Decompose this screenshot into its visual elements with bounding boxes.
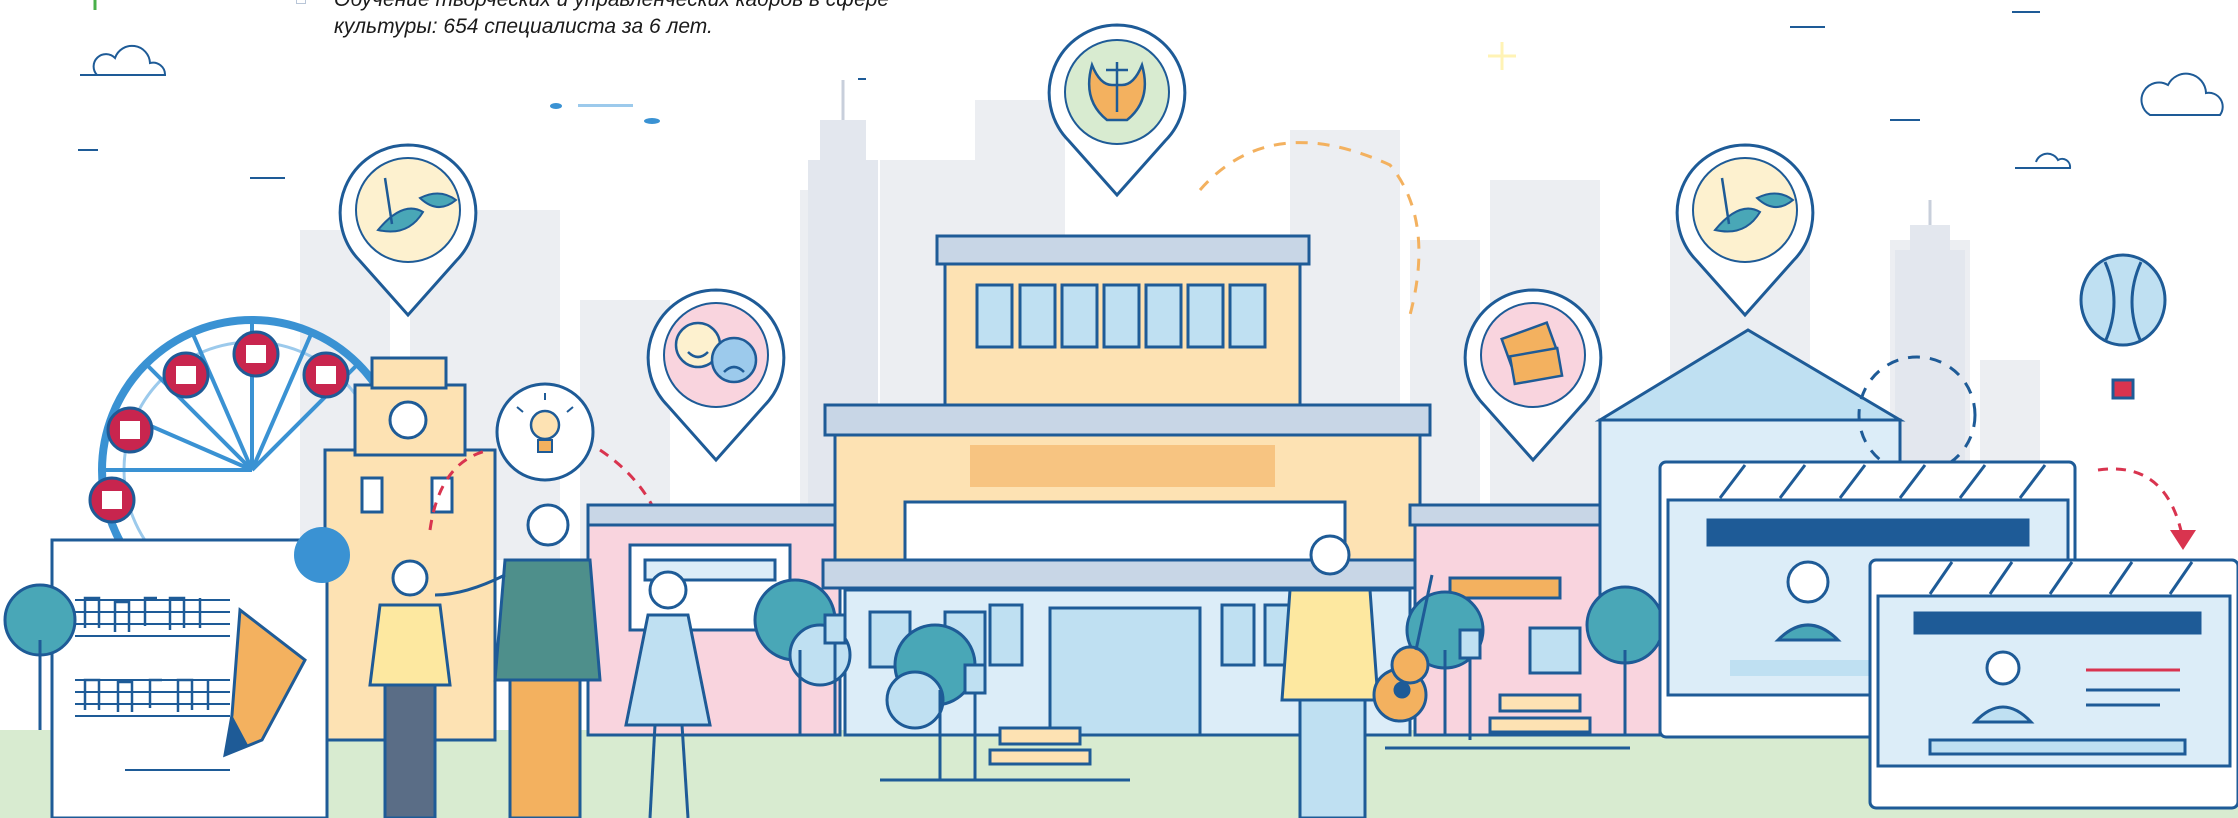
cloud-left [80,44,167,76]
map-pin-lyre [1047,23,1187,198]
music-sheet [50,527,350,818]
lightbulb-icon [495,382,595,482]
illustration: Обучение творческих и управленческих кад… [0,0,2238,818]
dashed-arrow [2097,467,2185,541]
arrow-head [2170,530,2196,550]
hot-air-balloon [2079,253,2167,400]
city-scene [0,0,2238,818]
sparkle-icon [1488,42,1516,70]
monitor-front [1868,558,2238,810]
cloud-right [2015,72,2224,169]
bird-icon [550,103,660,124]
